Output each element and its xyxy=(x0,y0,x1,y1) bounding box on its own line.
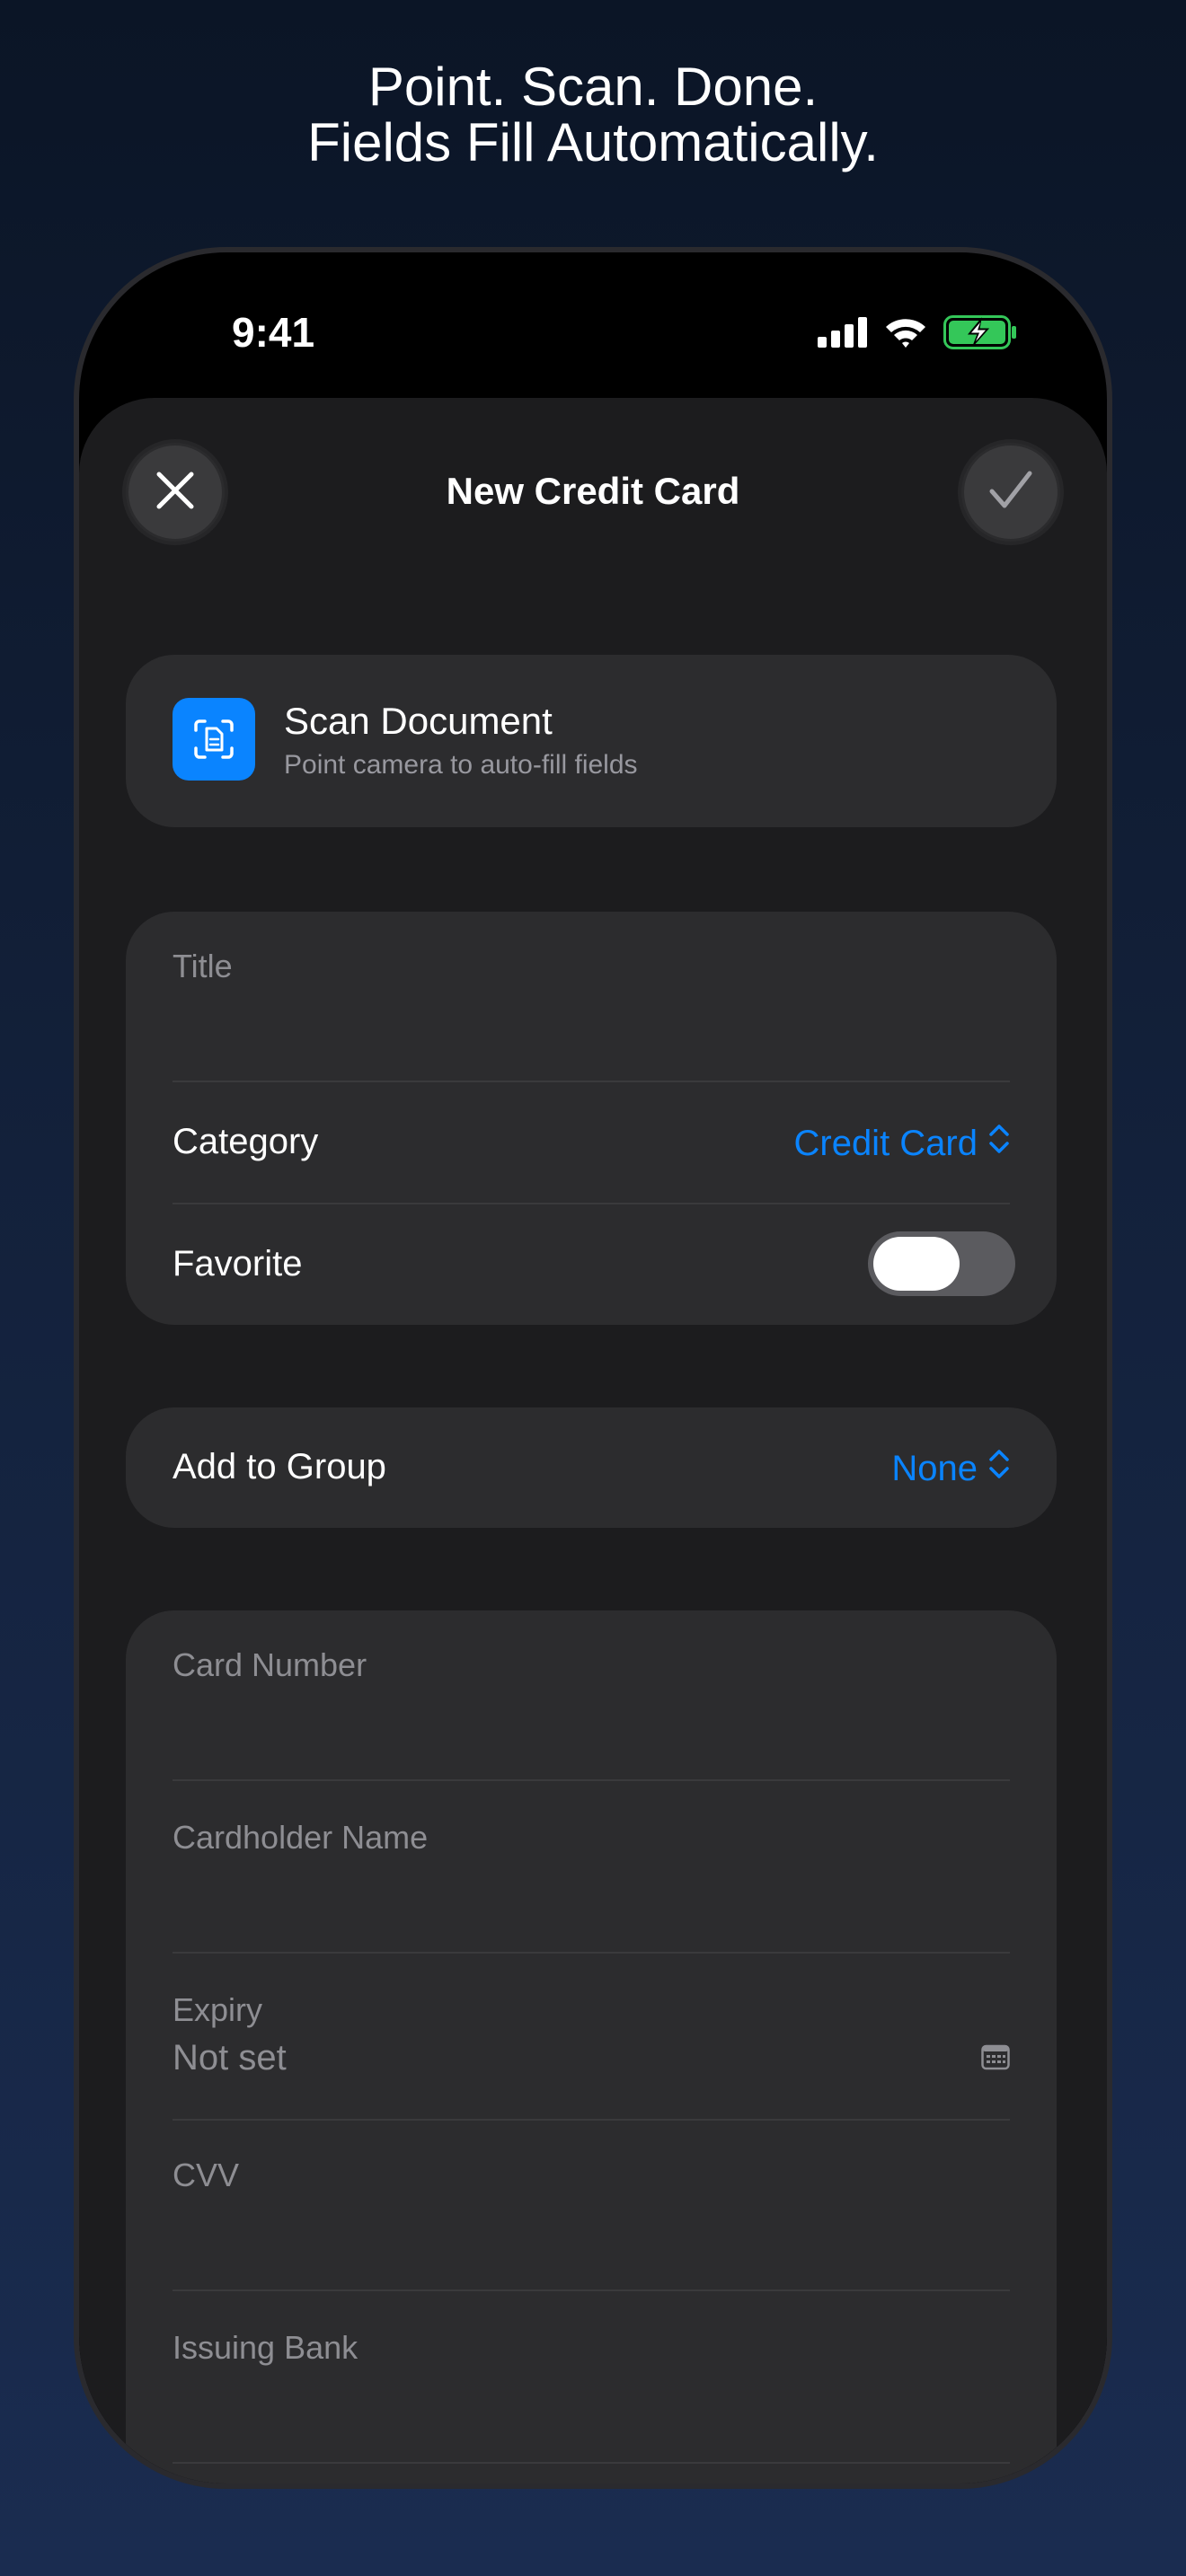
group-picker[interactable]: None xyxy=(891,1447,1010,1490)
separator xyxy=(173,2119,1010,2121)
status-icons xyxy=(818,315,1017,354)
phone-frame: 9:41 New Credit Card Scan Document Point… xyxy=(74,247,1112,2489)
new-item-sheet: New Credit Card Scan Document Point came… xyxy=(79,398,1107,2483)
headline-line-2: Fields Fill Automatically. xyxy=(307,112,879,172)
add-to-group-label: Add to Group xyxy=(173,1447,386,1486)
cardholder-name-input[interactable] xyxy=(173,1864,1010,1936)
calendar-icon[interactable] xyxy=(981,2043,1010,2075)
scan-document-title: Scan Document xyxy=(284,700,553,742)
checkmark-icon xyxy=(988,470,1033,516)
category-label: Category xyxy=(173,1122,319,1161)
cardholder-name-label: Cardholder Name xyxy=(173,1819,429,1856)
cvv-label: CVV xyxy=(173,2157,240,2193)
separator xyxy=(173,2462,1010,2464)
scan-document-card[interactable]: Scan Document Point camera to auto-fill … xyxy=(126,655,1057,827)
expiry-value: Not set xyxy=(173,2038,287,2078)
wifi-icon xyxy=(884,316,927,353)
headline: Point. Scan. Done. Fields Fill Automatic… xyxy=(0,59,1186,171)
expiry-row[interactable]: Expiry Not set xyxy=(126,1954,1057,2121)
issuing-bank-input[interactable] xyxy=(173,2374,1010,2446)
general-fields-card: Title Category Credit Card Favorite xyxy=(126,912,1057,1325)
expiry-label: Expiry xyxy=(173,1991,263,2028)
category-picker[interactable]: Credit Card xyxy=(793,1122,1010,1165)
group-value: None xyxy=(891,1448,978,1488)
category-value: Credit Card xyxy=(793,1123,978,1163)
add-to-group-row[interactable]: Add to Group None xyxy=(126,1407,1057,1528)
battery-charging-icon xyxy=(943,315,1017,354)
document-scan-icon xyxy=(173,698,255,781)
favorite-row: Favorite xyxy=(126,1204,1057,1325)
toggle-knob xyxy=(873,1237,960,1291)
status-time: 9:41 xyxy=(232,309,315,356)
cellular-signal-icon xyxy=(818,317,868,352)
scan-document-subtitle: Point camera to auto-fill fields xyxy=(284,750,638,780)
category-row[interactable]: Category Credit Card xyxy=(126,1082,1057,1203)
cvv-input[interactable] xyxy=(173,2201,1010,2273)
favorite-label: Favorite xyxy=(173,1244,303,1284)
separator xyxy=(173,2289,1010,2291)
favorite-toggle[interactable] xyxy=(868,1231,1015,1296)
title-input[interactable] xyxy=(173,992,1010,1064)
nav-title: New Credit Card xyxy=(446,470,740,512)
issuing-bank-label: Issuing Bank xyxy=(173,2329,358,2366)
card-number-input[interactable] xyxy=(173,1691,1010,1763)
card-details-card: Card Number Cardholder Name Expiry Not s… xyxy=(126,1610,1057,2483)
chevron-up-down-icon xyxy=(988,1122,1010,1165)
confirm-button[interactable] xyxy=(961,443,1060,542)
separator xyxy=(173,1779,1010,1781)
headline-line-1: Point. Scan. Done. xyxy=(367,57,819,117)
status-bar: 9:41 xyxy=(79,252,1107,396)
chevron-up-down-icon xyxy=(988,1447,1010,1490)
card-number-label: Card Number xyxy=(173,1646,367,1683)
title-field-label: Title xyxy=(173,948,233,984)
